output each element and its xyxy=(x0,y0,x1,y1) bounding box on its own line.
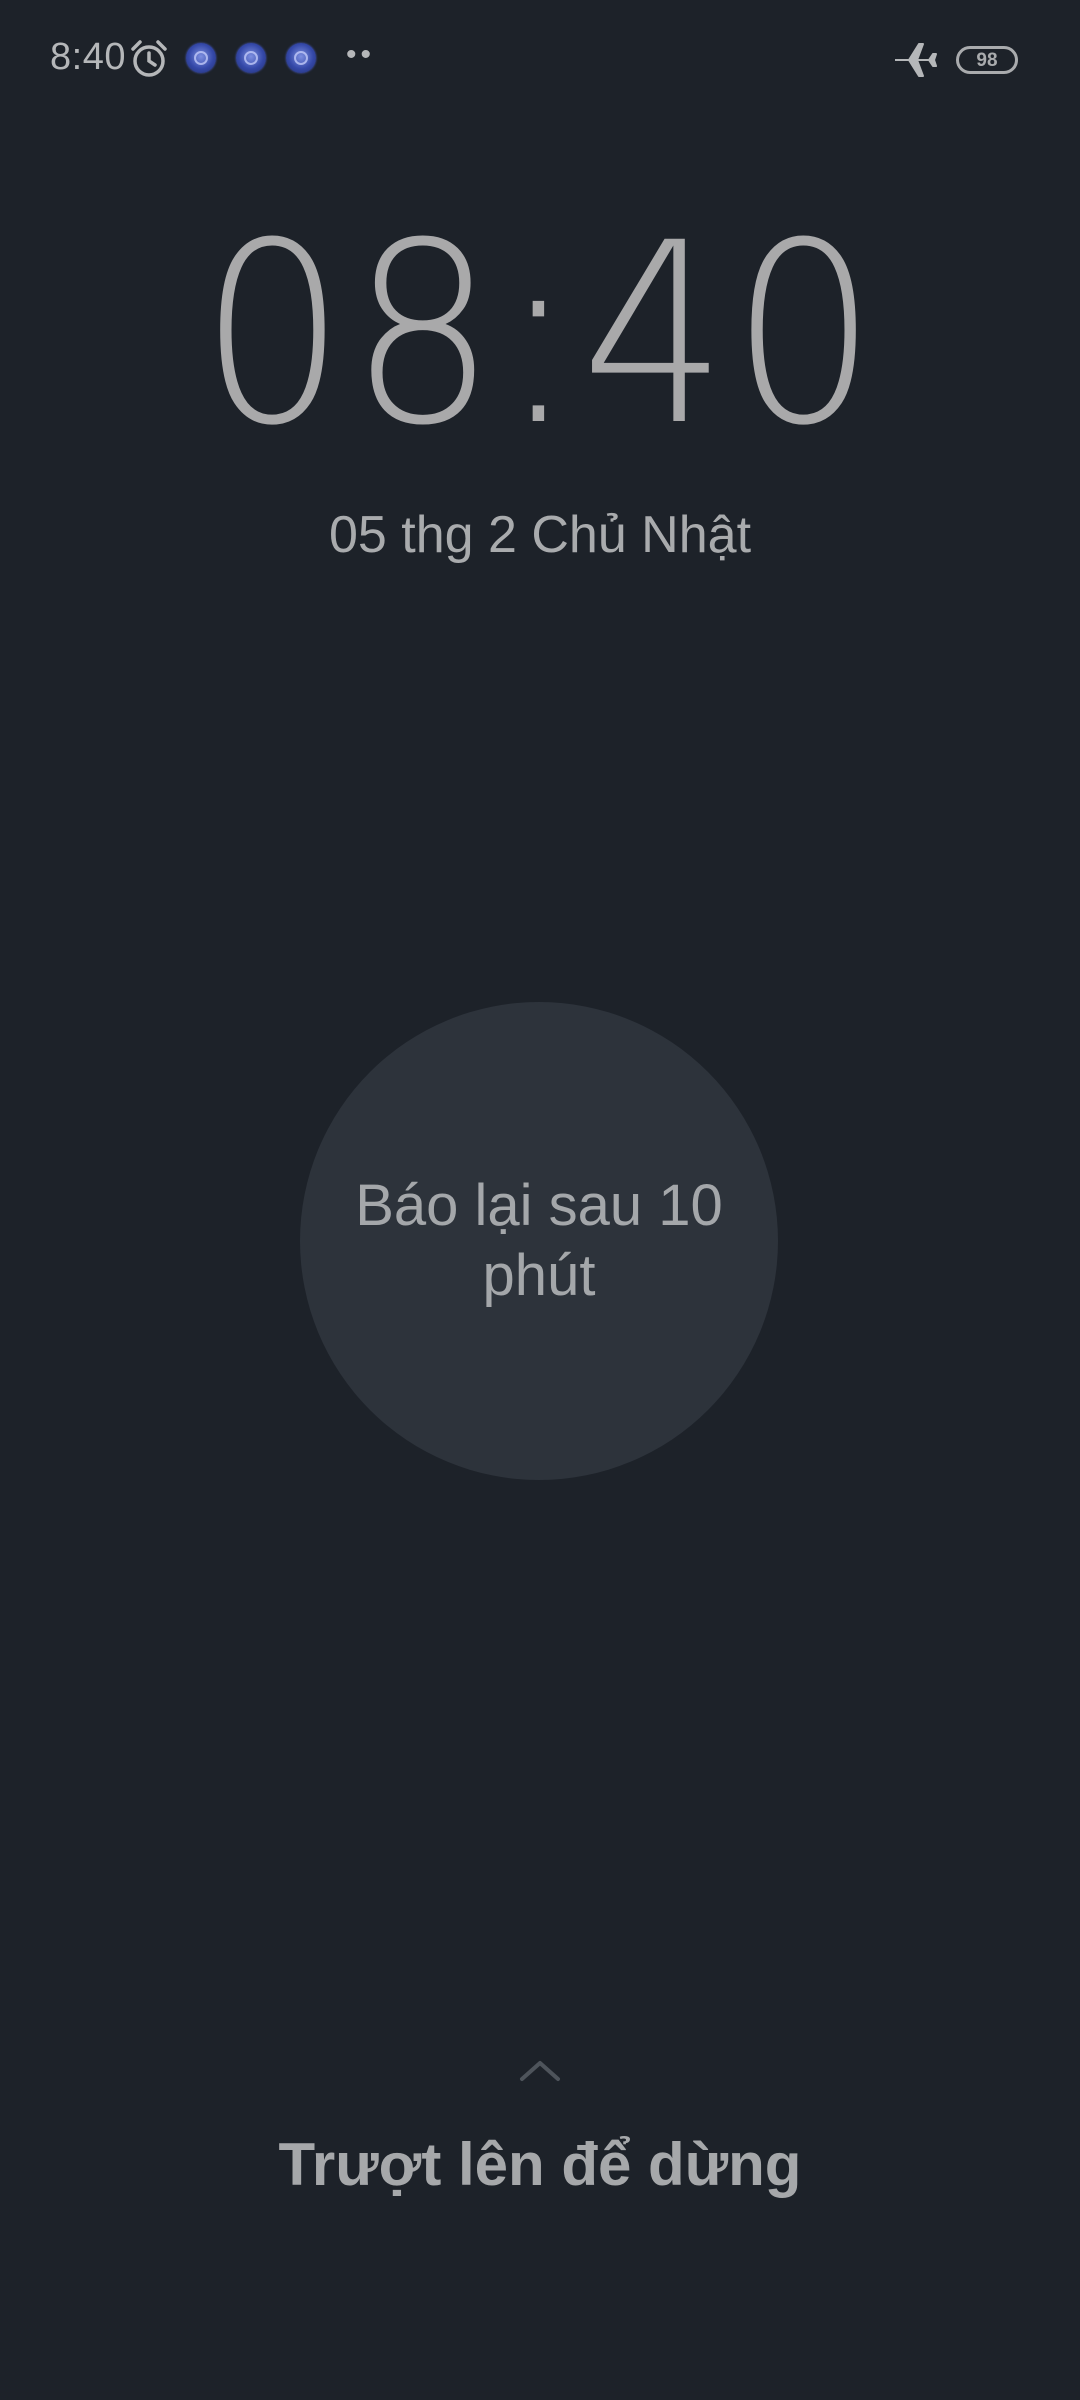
app-notification-icon xyxy=(286,43,316,73)
app-notification-icon xyxy=(236,43,266,73)
battery-indicator: 98 xyxy=(956,46,1018,74)
clock-time: 08:40 xyxy=(0,210,1080,460)
chevron-up-icon xyxy=(520,2061,560,2081)
battery-level: 98 xyxy=(976,49,998,71)
clock-time-text: 08:40 xyxy=(199,189,881,480)
alarm-clock-icon xyxy=(131,40,167,77)
status-bar: 8:40 •• 98 xyxy=(0,0,1080,120)
status-time: 8:40 xyxy=(50,36,126,78)
more-notifications-icon: •• xyxy=(346,38,376,71)
alarm-lock-screen: 8:40 •• 98 08:40 05 thg 2 Chủ Nhật Báo l… xyxy=(0,0,1080,2400)
snooze-button[interactable]: Báo lại sau 10 phút xyxy=(300,1002,778,1480)
airplane-mode-icon xyxy=(895,43,937,77)
snooze-label: Báo lại sau 10 phút xyxy=(355,1173,723,1308)
clock-date: 05 thg 2 Chủ Nhật xyxy=(328,506,752,564)
swipe-to-stop-label[interactable]: Trượt lên để dừng xyxy=(0,2130,1080,2199)
app-notification-icon xyxy=(186,43,216,73)
